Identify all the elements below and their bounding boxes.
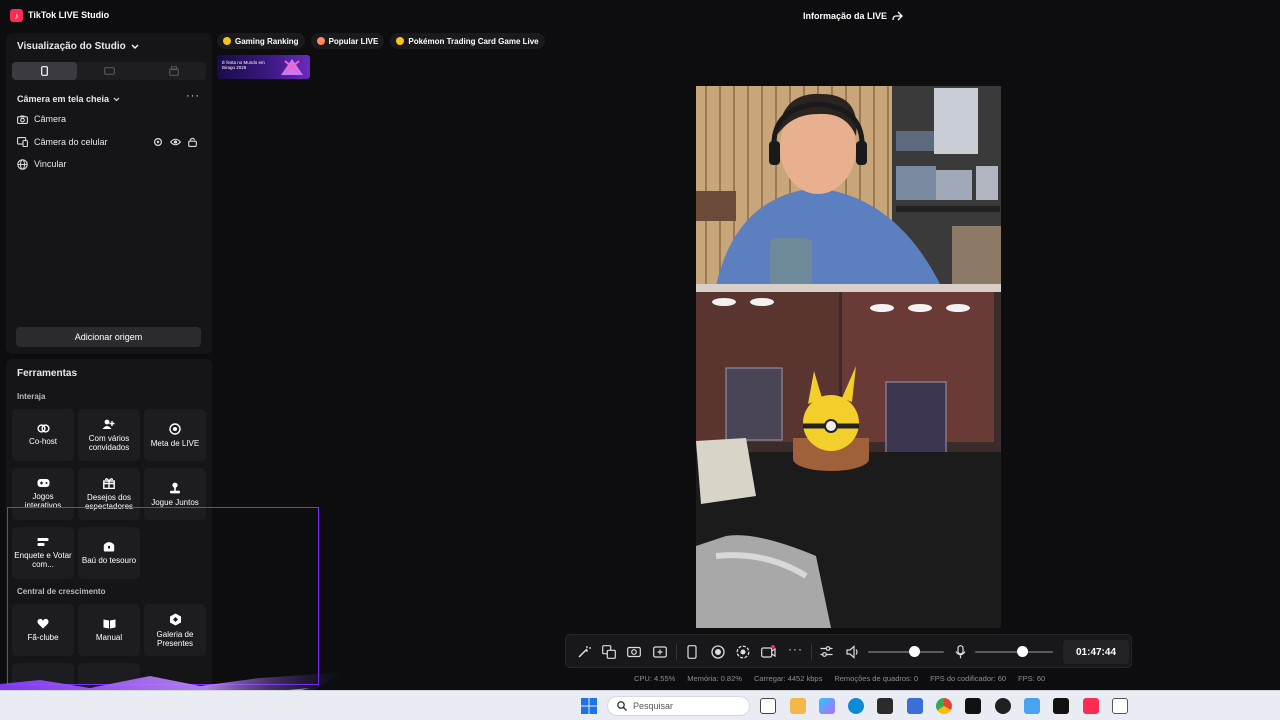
chrome-icon[interactable] <box>936 698 952 714</box>
divider <box>676 644 677 660</box>
speaker-volume-slider[interactable] <box>868 651 944 653</box>
interact-section-label: Interaja <box>17 392 46 401</box>
studio-title[interactable]: Visualização do Studio <box>17 41 139 52</box>
camera-icon <box>17 115 28 124</box>
stat-upload: Carregar: 4452 kbps <box>753 674 823 683</box>
joystick-icon <box>170 482 180 493</box>
target-icon <box>169 422 181 435</box>
record-icon[interactable] <box>711 645 725 659</box>
stat-memory: Memória: 0.82% <box>687 674 742 683</box>
more-icon[interactable]: ··· <box>788 642 803 656</box>
live-timer: 01:47:44 <box>1063 640 1129 664</box>
add-scene-icon[interactable] <box>653 645 667 659</box>
tab-popular-live[interactable]: Popular LIVE <box>310 33 385 49</box>
tool-multi-guest[interactable]: Com vários convidados <box>78 409 140 461</box>
chevron-down-icon <box>131 44 139 49</box>
portrait-button[interactable] <box>12 62 77 80</box>
camera-feed-image <box>696 86 1001 628</box>
capcut-icon[interactable] <box>1053 698 1069 714</box>
chevron-down-icon <box>113 97 120 101</box>
phone-camera-icon <box>17 137 28 147</box>
dual-layout-icon <box>168 66 179 76</box>
eye-icon[interactable] <box>170 137 181 147</box>
add-source-button[interactable]: Adicionar origem <box>16 327 201 347</box>
title-bar: ♪ TikTok LIVE Studio Informação da LIVE <box>0 0 1280 32</box>
phone-icon[interactable] <box>687 645 697 659</box>
source-phone-camera[interactable]: Câmera do celular <box>17 134 108 150</box>
translate-icon[interactable] <box>602 645 616 659</box>
app-title: TikTok LIVE Studio <box>28 10 110 20</box>
banner-graphic-icon <box>281 59 303 75</box>
copilot-icon[interactable] <box>819 698 835 714</box>
trophy-icon <box>223 37 231 45</box>
task-view-icon[interactable] <box>760 698 776 714</box>
speaker-volume-knob[interactable] <box>908 646 920 657</box>
screenshot-icon[interactable] <box>627 645 641 659</box>
mic-volume-slider[interactable] <box>975 651 1053 653</box>
tool-co-host[interactable]: Co-host <box>12 409 74 461</box>
phone-icon <box>40 66 48 76</box>
speaker-icon[interactable] <box>846 645 860 659</box>
dual-layout-button[interactable] <box>141 62 206 80</box>
mixer-settings-icon[interactable] <box>820 645 833 658</box>
event-banner[interactable]: É festa no Mundo em Birago 2026 <box>217 55 310 79</box>
selection-rectangle <box>7 507 319 685</box>
app-icon[interactable] <box>907 698 923 714</box>
globe-icon <box>17 158 28 170</box>
tools-title: Ferramentas <box>17 368 78 379</box>
orientation-switch <box>12 62 206 80</box>
tab-pokemon-live[interactable]: Pokémon Trading Card Game Live <box>390 33 545 49</box>
featured-tabs: Gaming Ranking Popular LIVE Pokémon Trad… <box>217 33 545 49</box>
obs-icon[interactable] <box>995 698 1011 714</box>
live-info-link[interactable]: Informação da LIVE <box>803 11 887 21</box>
settings-icon[interactable] <box>153 137 163 147</box>
source-controls <box>153 137 197 147</box>
tab-gaming-ranking[interactable]: Gaming Ranking <box>217 33 305 49</box>
more-options-icon[interactable]: ··· <box>186 90 200 102</box>
camera-effects-icon[interactable] <box>736 645 750 659</box>
source-camera[interactable]: Câmera <box>17 111 66 127</box>
divider <box>811 644 812 660</box>
performance-stats: CPU: 4.55% Memória: 0.82% Carregar: 4452… <box>634 674 1045 683</box>
users-icon <box>102 419 115 429</box>
capcut-icon[interactable] <box>965 698 981 714</box>
gift-icon <box>103 478 115 489</box>
mic-volume-knob[interactable] <box>1016 646 1028 657</box>
share-icon[interactable] <box>891 10 903 22</box>
link-icon <box>36 424 50 433</box>
stat-fps: FPS: 60 <box>1018 674 1046 683</box>
store-icon[interactable] <box>877 698 893 714</box>
landscape-icon <box>103 67 115 75</box>
windows-start-icon[interactable] <box>581 698 597 714</box>
video-alert-icon[interactable] <box>761 645 776 659</box>
stat-encoder-fps: FPS do codificador: 60 <box>930 674 1007 683</box>
tiktok-logo-icon: ♪ <box>10 9 23 22</box>
tiktok-live-studio-icon[interactable] <box>1083 698 1099 714</box>
taskbar-search[interactable]: Pesquisar <box>607 696 750 716</box>
source-link[interactable]: Vincular <box>17 156 66 172</box>
edge-browser-icon[interactable] <box>848 698 864 714</box>
search-icon <box>617 701 627 711</box>
lock-icon[interactable] <box>188 137 197 147</box>
snipping-tool-icon[interactable] <box>1112 698 1128 714</box>
live-control-bar: ··· 01:47:44 <box>565 634 1132 668</box>
windows-taskbar: Pesquisar <box>0 690 1280 720</box>
app-icon[interactable] <box>1024 698 1040 714</box>
file-explorer-icon[interactable] <box>790 698 806 714</box>
stat-cpu: CPU: 4.55% <box>634 674 676 683</box>
magic-wand-icon[interactable] <box>577 645 591 659</box>
gamepad-icon <box>37 479 49 487</box>
tool-live-goal[interactable]: Meta de LIVE <box>144 409 206 461</box>
landscape-button[interactable] <box>77 62 142 80</box>
stat-dropped-frames: Remoções de quadros: 0 <box>834 674 919 683</box>
studio-panel: Visualização do Studio Câmera em tela ch… <box>6 33 212 354</box>
pokeball-icon <box>396 37 405 45</box>
microphone-icon[interactable] <box>955 645 966 659</box>
scene-selector[interactable]: Câmera em tela cheia <box>17 94 120 104</box>
camera-preview[interactable] <box>696 86 1001 628</box>
heart-icon <box>316 37 325 45</box>
